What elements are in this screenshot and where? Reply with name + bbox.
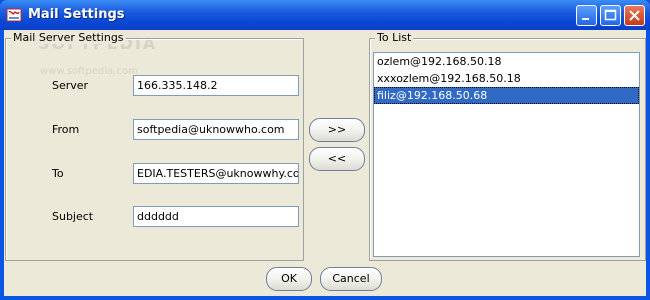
to-list-legend: To List bbox=[375, 31, 414, 44]
recipient-list[interactable]: ozlem@192.168.50.18 xxxozlem@192.168.50.… bbox=[373, 52, 640, 257]
list-item-selected[interactable]: filiz@192.168.50.68 bbox=[374, 87, 639, 104]
remove-from-list-button[interactable]: << bbox=[309, 147, 365, 171]
to-list-group: To List ozlem@192.168.50.18 xxxozlem@192… bbox=[369, 31, 646, 261]
add-to-list-button[interactable]: >> bbox=[309, 118, 365, 142]
minimize-button[interactable] bbox=[576, 5, 597, 26]
from-label: From bbox=[52, 123, 80, 136]
cancel-button[interactable]: Cancel bbox=[320, 267, 382, 291]
maximize-icon bbox=[604, 9, 617, 21]
mail-server-settings-legend: Mail Server Settings bbox=[11, 31, 126, 44]
list-item[interactable]: ozlem@192.168.50.18 bbox=[374, 53, 639, 70]
app-icon bbox=[6, 7, 22, 23]
dialog-body: SOFTPEDIA www.softpedia.com Mail Server … bbox=[4, 30, 646, 296]
server-label: Server bbox=[52, 79, 89, 92]
close-icon bbox=[629, 10, 640, 21]
mail-server-settings-group: Mail Server Settings Server 166.335.148.… bbox=[5, 31, 304, 261]
close-button[interactable] bbox=[624, 5, 645, 26]
title-bar[interactable]: Mail Settings bbox=[0, 0, 650, 30]
to-label: To bbox=[52, 167, 64, 180]
minimize-icon bbox=[582, 18, 589, 20]
subject-label: Subject bbox=[52, 210, 94, 223]
mail-settings-window: Mail Settings SOFTPEDIA www.softpedia.co… bbox=[0, 0, 650, 300]
subject-field[interactable]: dddddd bbox=[133, 206, 299, 227]
window-title: Mail Settings bbox=[28, 7, 125, 22]
from-field[interactable]: softpedia@uknowwho.com bbox=[133, 119, 299, 140]
to-field[interactable]: EDIA.TESTERS@uknowwhy.com bbox=[133, 163, 299, 184]
list-item[interactable]: xxxozlem@192.168.50.18 bbox=[374, 70, 639, 87]
server-field[interactable]: 166.335.148.2 bbox=[133, 75, 299, 96]
ok-button[interactable]: OK bbox=[266, 267, 312, 291]
maximize-button[interactable] bbox=[600, 5, 621, 26]
